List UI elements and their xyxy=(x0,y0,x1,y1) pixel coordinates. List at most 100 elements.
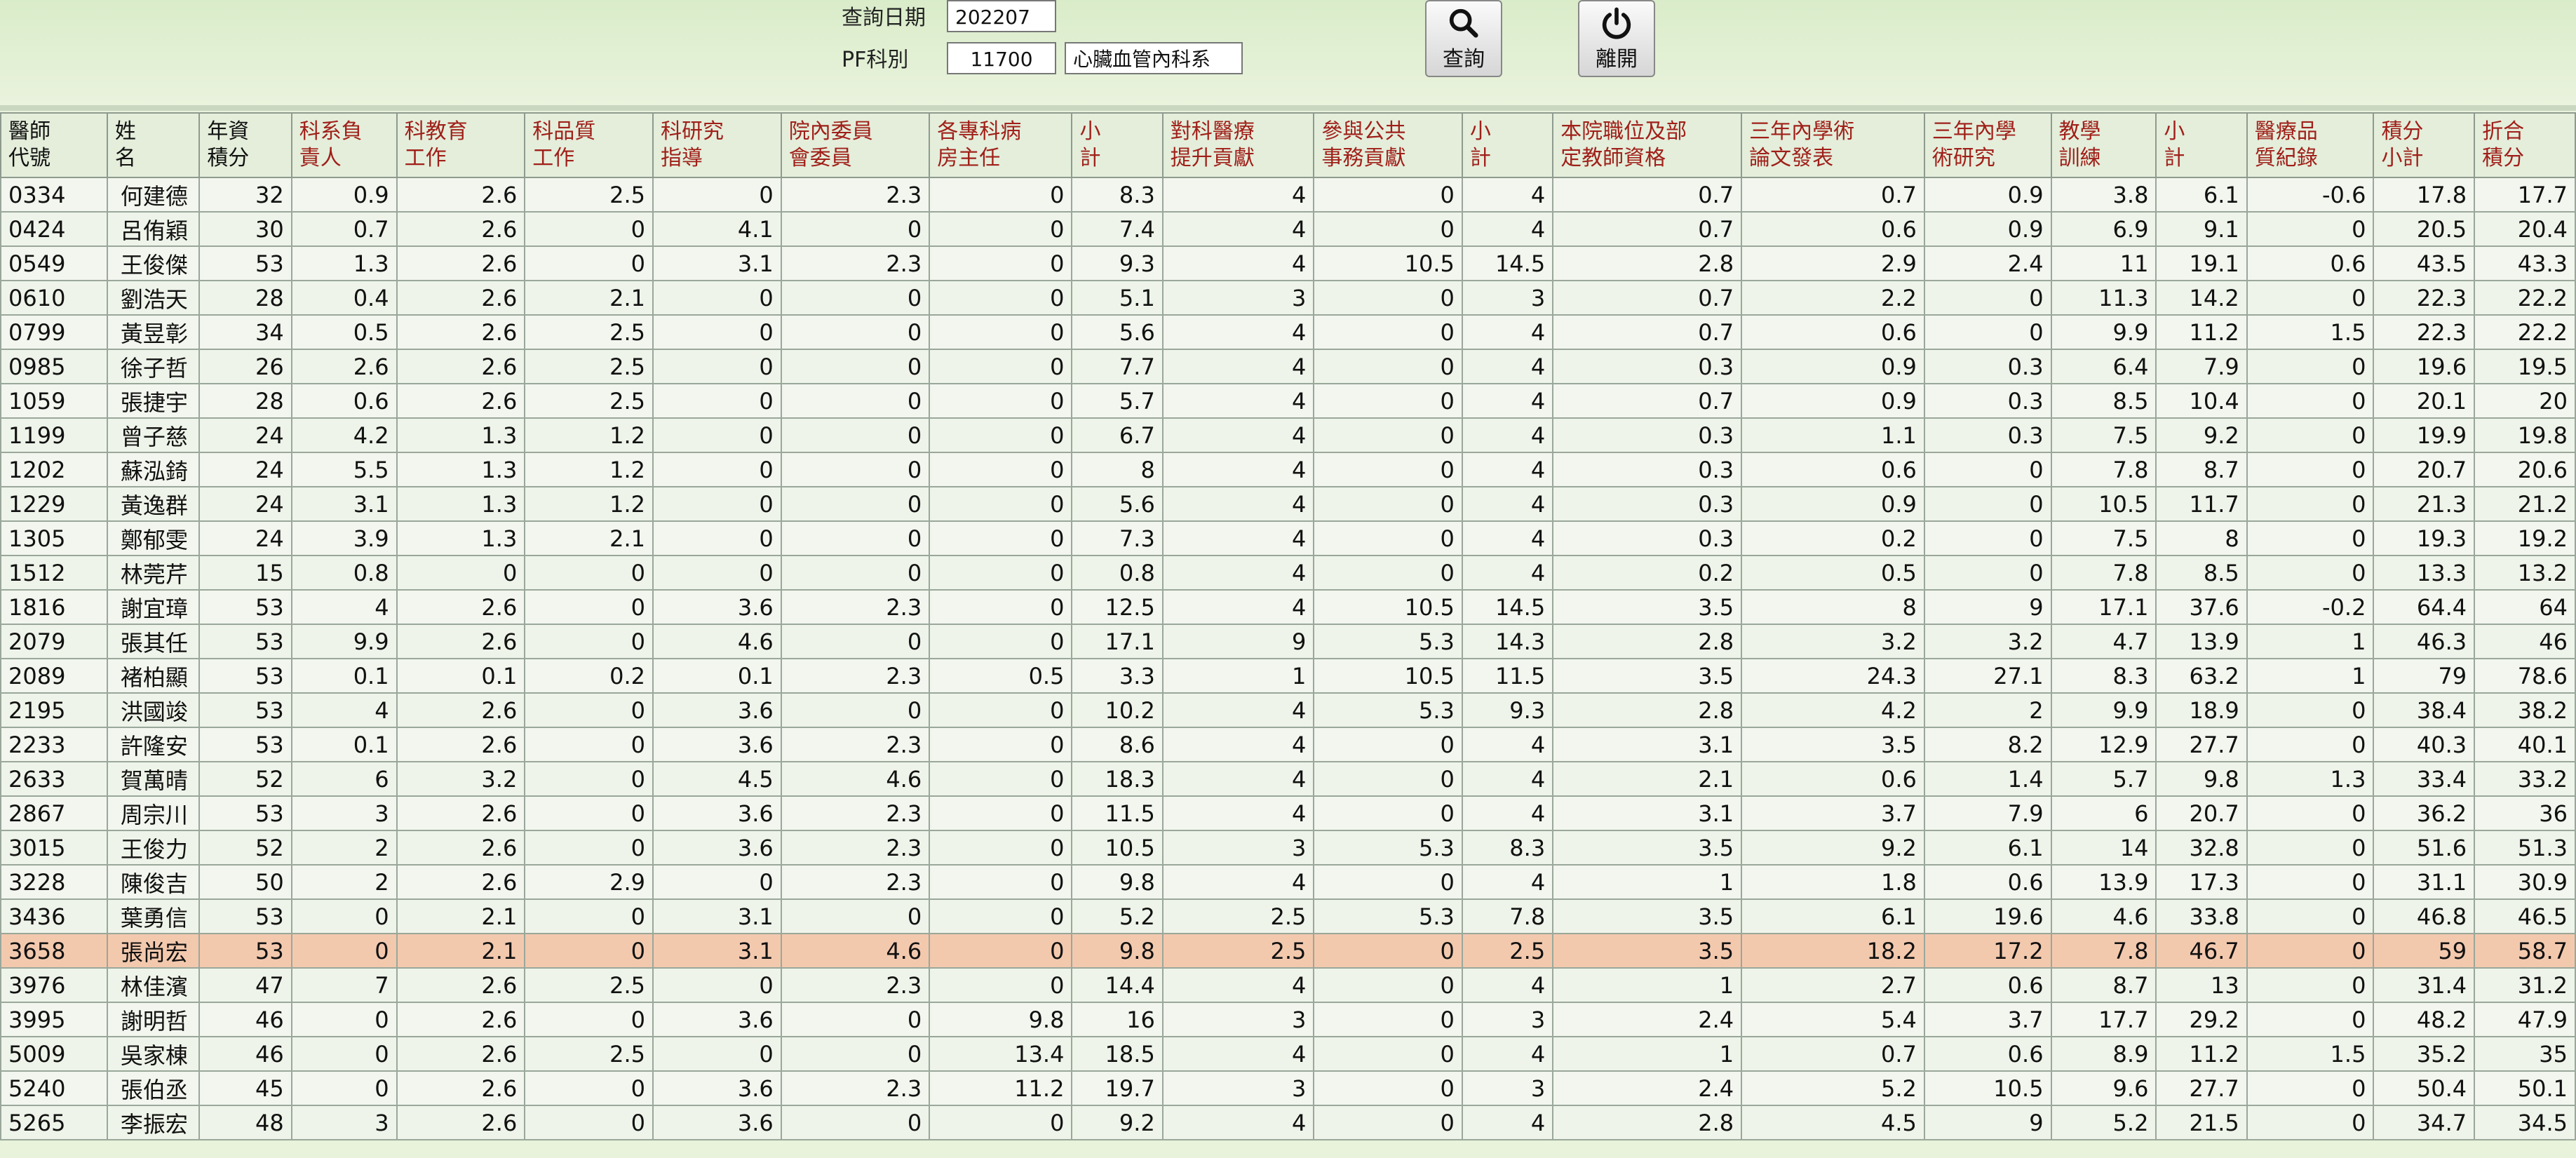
score-cell[interactable]: 0 xyxy=(2246,349,2375,384)
score-cell[interactable]: 2.1 xyxy=(396,933,526,969)
score-cell[interactable]: 4 xyxy=(1161,383,1315,419)
score-cell[interactable]: 1 xyxy=(1552,864,1743,900)
score-cell[interactable]: 46 xyxy=(198,1002,292,1037)
score-cell[interactable]: 13.9 xyxy=(2050,864,2157,900)
score-cell[interactable]: 18.5 xyxy=(1071,1036,1164,1072)
score-cell[interactable]: 9 xyxy=(1161,624,1315,659)
score-cell[interactable]: 5.3 xyxy=(1313,898,1463,934)
doctor-name-cell[interactable]: 王俊力 xyxy=(106,830,201,866)
score-cell[interactable]: 2.3 xyxy=(780,795,931,831)
score-cell[interactable]: 0 xyxy=(780,211,931,247)
score-cell[interactable]: 9.9 xyxy=(2050,314,2157,350)
score-cell[interactable]: 9.2 xyxy=(2155,417,2248,453)
score-cell[interactable]: 0 xyxy=(1313,1036,1463,1072)
score-cell[interactable]: 0 xyxy=(780,1105,931,1140)
score-cell[interactable]: 0 xyxy=(524,624,654,659)
table-row[interactable]: 3995 謝明哲 46 0 2.6 0 3.6 0 9.8 16 3 0 3 2.4 5.4 3.7 17.7 2… xyxy=(0,1002,2576,1037)
score-cell[interactable]: 2.6 xyxy=(396,830,526,866)
score-cell[interactable]: 9.9 xyxy=(2050,692,2157,728)
score-cell[interactable]: 5.3 xyxy=(1313,624,1463,659)
score-cell[interactable]: 8.7 xyxy=(2155,452,2248,487)
score-cell[interactable]: 2.5 xyxy=(524,967,654,1003)
score-cell[interactable]: 35.2 xyxy=(2373,1036,2476,1072)
doctor-name-cell[interactable]: 周宗川 xyxy=(106,795,201,831)
score-cell[interactable]: 19.2 xyxy=(2474,520,2576,556)
score-cell[interactable]: 2.7 xyxy=(1741,967,1925,1003)
score-cell[interactable]: 0 xyxy=(1313,1070,1463,1106)
score-cell[interactable]: 1.8 xyxy=(1741,864,1925,900)
score-cell[interactable]: 0.4 xyxy=(290,280,398,316)
score-cell[interactable]: 0 xyxy=(524,761,654,797)
score-cell[interactable]: 0 xyxy=(2246,555,2375,591)
score-cell[interactable]: 20 xyxy=(2474,383,2576,419)
score-cell[interactable]: 0 xyxy=(1923,280,2052,316)
score-cell[interactable]: 0 xyxy=(1313,383,1463,419)
doctor-code-cell[interactable]: 5009 xyxy=(0,1036,108,1072)
score-cell[interactable]: 0 xyxy=(524,211,654,247)
score-cell[interactable]: 0.3 xyxy=(1552,486,1743,522)
score-cell[interactable]: 2.1 xyxy=(1552,761,1743,797)
score-cell[interactable]: 0.3 xyxy=(1552,520,1743,556)
score-cell[interactable]: 0.6 xyxy=(1923,1036,2052,1072)
doctor-code-cell[interactable]: 5240 xyxy=(0,1070,108,1106)
score-cell[interactable]: 4 xyxy=(1461,864,1554,900)
score-cell[interactable]: 1.4 xyxy=(1923,761,2052,797)
score-cell[interactable]: 3.1 xyxy=(652,933,782,969)
score-cell[interactable]: 6.1 xyxy=(2155,177,2248,213)
score-cell[interactable]: 3.5 xyxy=(1741,727,1925,762)
score-cell[interactable]: 1.5 xyxy=(2246,1036,2375,1072)
score-cell[interactable]: 3.6 xyxy=(652,1002,782,1037)
score-cell[interactable]: 2.1 xyxy=(524,520,654,556)
score-cell[interactable]: 2.6 xyxy=(396,1036,526,1072)
score-cell[interactable]: 64.4 xyxy=(2373,589,2476,625)
score-cell[interactable]: 0.7 xyxy=(1552,280,1743,316)
score-cell[interactable]: 52 xyxy=(198,761,292,797)
score-cell[interactable]: 37.6 xyxy=(2155,589,2248,625)
score-cell[interactable]: 10.5 xyxy=(2050,486,2157,522)
score-cell[interactable]: 4 xyxy=(1161,486,1315,522)
score-cell[interactable]: 3.1 xyxy=(290,486,398,522)
score-cell[interactable]: 0 xyxy=(929,280,1073,316)
score-cell[interactable]: 51.6 xyxy=(2373,830,2476,866)
score-cell[interactable]: 0 xyxy=(524,1105,654,1140)
score-cell[interactable]: 1.3 xyxy=(2246,761,2375,797)
score-cell[interactable]: 3.6 xyxy=(652,795,782,831)
score-cell[interactable]: 7.9 xyxy=(1923,795,2052,831)
score-cell[interactable]: 4 xyxy=(1461,452,1554,487)
score-cell[interactable]: 0 xyxy=(290,1070,398,1106)
doctor-code-cell[interactable]: 1059 xyxy=(0,383,108,419)
column-header[interactable]: 醫師 代號 xyxy=(0,112,108,178)
table-row[interactable]: 1059 張捷宇 28 0.6 2.6 2.5 0 0 0 5.7 4 0 4 0.7 0.9 0.3 8.5 1… xyxy=(0,383,2576,419)
score-cell[interactable]: 50 xyxy=(198,864,292,900)
score-cell[interactable]: 0.9 xyxy=(1923,211,2052,247)
score-cell[interactable]: -0.2 xyxy=(2246,589,2375,625)
score-cell[interactable]: 2.5 xyxy=(1161,933,1315,969)
table-row[interactable]: 1202 蘇泓錡 24 5.5 1.3 1.2 0 0 0 8 4 0 4 0.3 0.6 0 7.8 8.7 0 2… xyxy=(0,452,2576,487)
score-cell[interactable]: 0 xyxy=(524,1070,654,1106)
score-cell[interactable]: 0 xyxy=(780,1002,931,1037)
score-cell[interactable]: 7.5 xyxy=(2050,520,2157,556)
score-cell[interactable]: 28 xyxy=(198,280,292,316)
score-cell[interactable]: 5.5 xyxy=(290,452,398,487)
score-cell[interactable]: 1.5 xyxy=(2246,314,2375,350)
score-cell[interactable]: 0 xyxy=(1313,795,1463,831)
table-row[interactable]: 1512 林莞芹 15 0.8 0 0 0 0 0 0.8 4 0 4 0.2 0.5 0 7.8 8.5 0 13.… xyxy=(0,555,2576,591)
table-row[interactable]: 0985 徐子哲 26 2.6 2.6 2.5 0 0 0 7.7 4 0 4 0.3 0.9 0.3 6.4 7… xyxy=(0,349,2576,384)
score-cell[interactable]: 1.3 xyxy=(396,452,526,487)
score-cell[interactable]: 2.6 xyxy=(396,383,526,419)
score-cell[interactable]: 3 xyxy=(1461,1002,1554,1037)
score-cell[interactable]: 4.1 xyxy=(652,211,782,247)
score-cell[interactable]: 20.4 xyxy=(2474,211,2576,247)
score-cell[interactable]: 7.5 xyxy=(2050,417,2157,453)
table-row[interactable]: 5265 李振宏 48 3 2.6 0 3.6 0 0 9.2 4 0 4 2.8 4.5 9 5.2 21.5 0… xyxy=(0,1105,2576,1140)
score-cell[interactable]: 18.3 xyxy=(1071,761,1164,797)
score-cell[interactable]: 51.3 xyxy=(2474,830,2576,866)
score-cell[interactable]: 4.6 xyxy=(780,933,931,969)
score-cell[interactable]: 0 xyxy=(652,520,782,556)
score-cell[interactable]: 9.9 xyxy=(290,624,398,659)
score-cell[interactable]: 2.3 xyxy=(780,830,931,866)
doctor-name-cell[interactable]: 張伯丞 xyxy=(106,1070,201,1106)
score-cell[interactable]: 0.8 xyxy=(290,555,398,591)
doctor-code-cell[interactable]: 2195 xyxy=(0,692,108,728)
score-cell[interactable]: 13.2 xyxy=(2474,555,2576,591)
